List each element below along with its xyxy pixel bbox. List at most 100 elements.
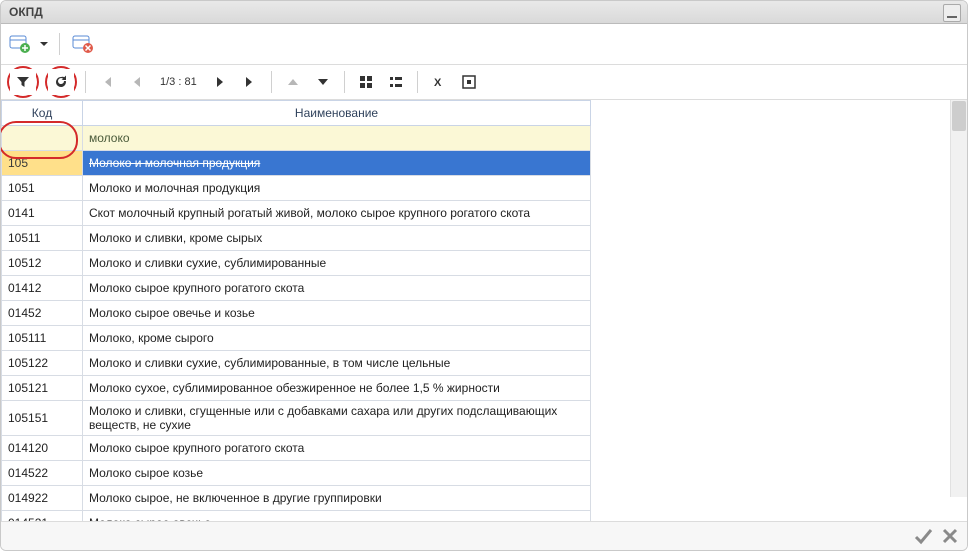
cell-code: 10512: [2, 251, 83, 276]
cell-name: Молоко и сливки, сгущенные или с добавка…: [83, 401, 591, 436]
refresh-button[interactable]: [48, 69, 74, 95]
cell-code: 105111: [2, 326, 83, 351]
upper-toolbar: [1, 24, 967, 65]
cell-code: 014522: [2, 461, 83, 486]
cell-code: 01452: [2, 301, 83, 326]
table-header-row: Код Наименование: [2, 101, 591, 126]
right-pane: [591, 100, 967, 525]
cell-code: 014922: [2, 486, 83, 511]
cell-name: Молоко сырое крупного рогатого скота: [83, 276, 591, 301]
cell-code: 10511: [2, 226, 83, 251]
footer-bar: [1, 521, 967, 550]
table-row[interactable]: 10511Молоко и сливки, кроме сырых: [2, 226, 591, 251]
confirm-button[interactable]: [913, 526, 933, 546]
export-excel-button[interactable]: X: [426, 69, 452, 95]
toolbar-separator: [417, 71, 418, 93]
table-row[interactable]: 105151Молоко и сливки, сгущенные или с д…: [2, 401, 591, 436]
cell-name: Молоко, кроме сырого: [83, 326, 591, 351]
table-row[interactable]: 105122Молоко и сливки сухие, сублимирова…: [2, 351, 591, 376]
move-down-button[interactable]: [310, 69, 336, 95]
table-row[interactable]: 105121Молоко сухое, сублимированное обез…: [2, 376, 591, 401]
next-page-button[interactable]: [207, 69, 233, 95]
move-up-button[interactable]: [280, 69, 306, 95]
svg-text:X: X: [434, 77, 442, 89]
first-icon: [99, 74, 115, 90]
cell-name: Скот молочный крупный рогатый живой, мол…: [83, 201, 591, 226]
table-row[interactable]: 01412Молоко сырое крупного рогатого скот…: [2, 276, 591, 301]
last-page-button[interactable]: [237, 69, 263, 95]
table-row[interactable]: 01452Молоко сырое овечье и козье: [2, 301, 591, 326]
next-icon: [212, 74, 228, 90]
square-dot-icon: [461, 74, 477, 90]
view-grid-button[interactable]: [353, 69, 379, 95]
cell-name: Молоко и молочная продукция: [83, 176, 591, 201]
cell-code: 0141: [2, 201, 83, 226]
funnel-icon: [15, 74, 31, 90]
first-page-button[interactable]: [94, 69, 120, 95]
table-row[interactable]: 014522Молоко сырое козье: [2, 461, 591, 486]
triangle-down-icon: [315, 74, 331, 90]
filter-name-input[interactable]: [83, 126, 590, 150]
dropdown-caret-icon[interactable]: [39, 39, 49, 49]
delete-record-button[interactable]: [70, 31, 96, 57]
filter-code-input[interactable]: [2, 126, 82, 150]
toolbar-separator: [344, 71, 345, 93]
toolbar-separator: [59, 33, 60, 55]
excel-icon: X: [431, 74, 447, 90]
table-add-icon: [9, 33, 31, 55]
lower-toolbar: 1/3 : 81 X: [1, 65, 967, 100]
cell-name: Молоко и молочная продукция: [83, 151, 591, 176]
table-row[interactable]: 0141Скот молочный крупный рогатый живой,…: [2, 201, 591, 226]
cell-code: 1051: [2, 176, 83, 201]
cell-code: 105: [2, 151, 83, 176]
cell-code: 105122: [2, 351, 83, 376]
title-bar: ОКПД: [1, 1, 967, 24]
content-area: Код Наименование 105Молоко и молочная пр…: [1, 100, 967, 525]
cancel-button[interactable]: [941, 527, 959, 545]
filter-highlight: [7, 66, 39, 98]
table-row[interactable]: 105111Молоко, кроме сырого: [2, 326, 591, 351]
new-record-button[interactable]: [7, 31, 33, 57]
col-header-code[interactable]: Код: [2, 101, 83, 126]
filter-row: [2, 126, 591, 151]
settings-button[interactable]: [456, 69, 482, 95]
grid-icon: [358, 74, 374, 90]
table-row[interactable]: 105Молоко и молочная продукция: [2, 151, 591, 176]
vertical-scrollbar[interactable]: [950, 100, 967, 497]
scrollbar-thumb[interactable]: [952, 101, 966, 131]
cell-name: Молоко и сливки сухие, сублимированные: [83, 251, 591, 276]
toolbar-separator: [271, 71, 272, 93]
cell-code: 014120: [2, 436, 83, 461]
cell-code: 105121: [2, 376, 83, 401]
prev-icon: [129, 74, 145, 90]
table-row[interactable]: 10512Молоко и сливки сухие, сублимирован…: [2, 251, 591, 276]
cell-name: Молоко сухое, сублимированное обезжиренн…: [83, 376, 591, 401]
app-window: ОКПД: [0, 0, 968, 551]
triangle-up-icon: [285, 74, 301, 90]
window-title: ОКПД: [9, 5, 43, 19]
cell-name: Молоко сырое крупного рогатого скота: [83, 436, 591, 461]
list-icon: [388, 74, 404, 90]
cell-name: Молоко сырое козье: [83, 461, 591, 486]
close-icon: [941, 527, 959, 545]
view-list-button[interactable]: [383, 69, 409, 95]
refresh-icon: [53, 74, 69, 90]
table-delete-icon: [72, 33, 94, 55]
col-header-name[interactable]: Наименование: [83, 101, 591, 126]
table-row[interactable]: 014922Молоко сырое, не включенное в друг…: [2, 486, 591, 511]
table-row[interactable]: 014120Молоко сырое крупного рогатого ско…: [2, 436, 591, 461]
data-table: Код Наименование 105Молоко и молочная пр…: [1, 100, 591, 525]
minimize-button[interactable]: [943, 4, 961, 22]
filter-button[interactable]: [10, 69, 36, 95]
refresh-highlight: [45, 66, 77, 98]
cell-code: 105151: [2, 401, 83, 436]
cell-name: Молоко и сливки, кроме сырых: [83, 226, 591, 251]
prev-page-button[interactable]: [124, 69, 150, 95]
left-pane: Код Наименование 105Молоко и молочная пр…: [1, 100, 591, 525]
cell-name: Молоко и сливки сухие, сублимированные, …: [83, 351, 591, 376]
table-row[interactable]: 1051Молоко и молочная продукция: [2, 176, 591, 201]
toolbar-separator: [85, 71, 86, 93]
page-indicator: 1/3 : 81: [154, 76, 203, 88]
cell-name: Молоко сырое, не включенное в другие гру…: [83, 486, 591, 511]
minimize-icon: [944, 5, 960, 21]
